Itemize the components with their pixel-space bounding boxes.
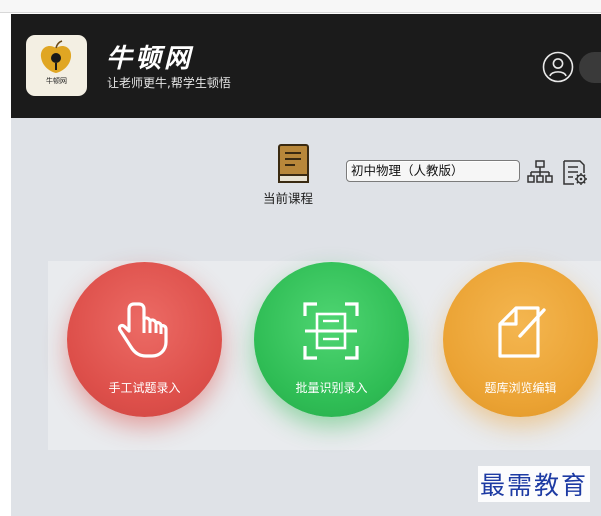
watermark-text: 最需教育	[478, 466, 591, 502]
course-select[interactable]: 初中物理（人教版）	[346, 160, 520, 182]
manual-entry-label: 手工试题录入	[108, 381, 181, 395]
header-bar: 牛顿网 牛顿网 让老师更牛,帮学生顿悟	[11, 14, 601, 118]
top-border	[0, 0, 601, 13]
app-slogan: 让老师更牛,帮学生顿悟	[107, 76, 231, 90]
app-window: 牛顿网 牛顿网 让老师更牛,帮学生顿悟 当前课程 初中物理（人教版） 手工试题录…	[11, 14, 601, 516]
document-settings-icon[interactable]	[561, 159, 589, 187]
question-bank-browse-button[interactable]: 题库浏览编辑	[443, 262, 598, 417]
app-title: 牛顿网	[106, 44, 194, 74]
edit-document-icon	[498, 306, 546, 358]
batch-recognition-label: 批量识别录入	[295, 381, 368, 395]
app-logo: 牛顿网	[26, 35, 87, 96]
user-icon[interactable]	[542, 51, 574, 83]
apple-logo-icon	[40, 40, 72, 73]
manual-entry-button[interactable]: 手工试题录入	[67, 262, 222, 417]
scan-icon	[303, 302, 359, 360]
hand-pointer-icon	[117, 302, 168, 358]
logo-text: 牛顿网	[46, 77, 67, 85]
org-chart-icon[interactable]	[527, 160, 553, 184]
batch-recognition-button[interactable]: 批量识别录入	[254, 262, 409, 417]
current-course-label: 当前课程	[263, 191, 314, 206]
question-bank-browse-label: 题库浏览编辑	[484, 381, 557, 395]
book-icon[interactable]	[277, 144, 311, 184]
header-toggle[interactable]	[579, 52, 601, 83]
